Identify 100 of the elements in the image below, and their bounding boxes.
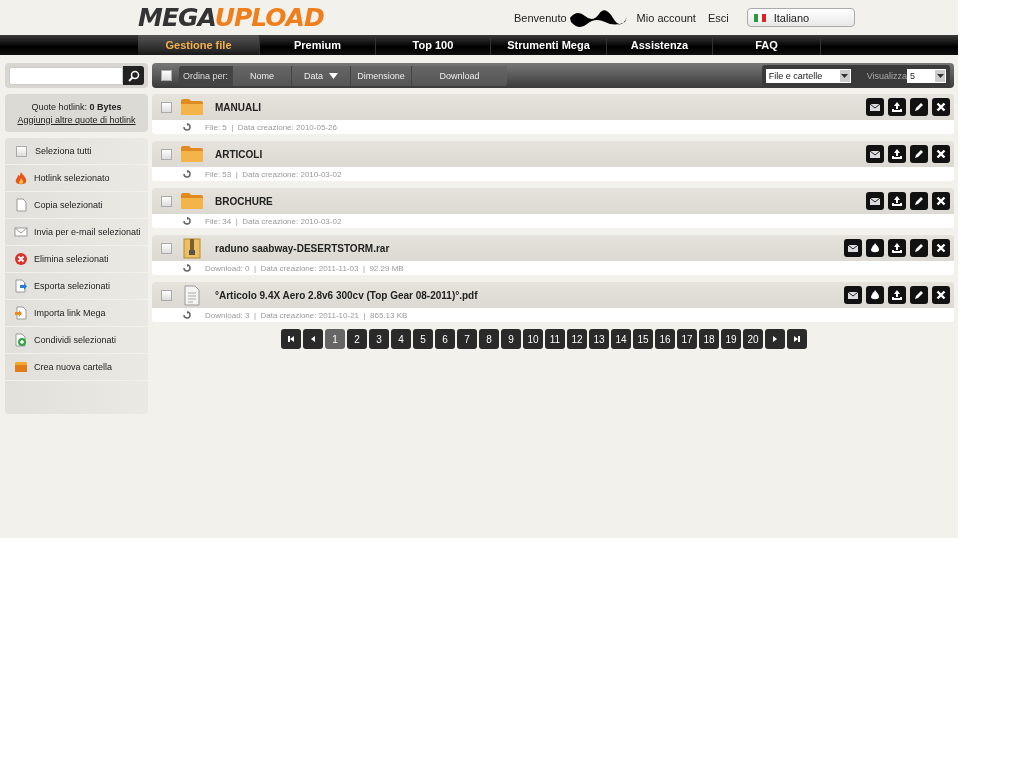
folder-icon (180, 191, 204, 211)
envelope-button[interactable] (866, 145, 884, 163)
checkbox[interactable] (161, 242, 172, 254)
sort-button[interactable]: Data (291, 65, 351, 86)
page-button[interactable]: 5 (413, 329, 433, 349)
export-icon (14, 279, 28, 293)
first-page-button[interactable] (281, 329, 301, 349)
page-button[interactable]: 2 (347, 329, 367, 349)
refresh-icon (183, 311, 191, 319)
page-button[interactable]: 14 (611, 329, 631, 349)
sidebar-item[interactable]: Copia selezionati (5, 192, 148, 219)
nav-tab[interactable]: Gestione file (138, 35, 260, 55)
page-button[interactable]: 3 (369, 329, 389, 349)
refresh-icon (183, 264, 191, 272)
upload-button[interactable] (888, 239, 906, 257)
nav-tab[interactable]: Strumenti Mega (491, 35, 607, 55)
page-button[interactable]: 13 (589, 329, 609, 349)
share-icon (14, 333, 28, 347)
checkbox[interactable] (161, 101, 172, 113)
dropdown[interactable]: File e cartelle (765, 68, 851, 83)
file-name[interactable]: ARTICOLI (215, 148, 263, 160)
envelope-button[interactable] (866, 98, 884, 116)
file-details: Download: 0 | Data creazione: 2011-11-03 | 92.29 MB (205, 263, 404, 273)
file-name[interactable]: BROCHURE (215, 195, 273, 207)
page-button[interactable]: 18 (699, 329, 719, 349)
last-page-button[interactable] (787, 329, 807, 349)
page-button[interactable]: 15 (633, 329, 653, 349)
sort-button[interactable]: Download (411, 65, 508, 86)
nav-tab[interactable]: Premium (260, 35, 376, 55)
search-button[interactable] (123, 66, 144, 85)
first-page-icon (286, 334, 296, 344)
search-icon (127, 69, 140, 82)
page-button[interactable]: 16 (655, 329, 675, 349)
close-button[interactable] (932, 145, 950, 163)
previous-page-button[interactable] (303, 329, 323, 349)
next-page-button[interactable] (765, 329, 785, 349)
checkbox[interactable] (161, 70, 172, 81)
sidebar-item[interactable]: Esporta selezionati (5, 273, 148, 300)
page-button[interactable]: 8 (479, 329, 499, 349)
checkbox[interactable] (161, 148, 172, 160)
sidebar-item[interactable]: Hotlink selezionato (5, 165, 148, 192)
pencil-button[interactable] (910, 98, 928, 116)
file-details: File: 53 | Data creazione: 2010-03-02 (205, 169, 342, 179)
sidebar-item[interactable]: Invia per e-mail selezionati (5, 219, 148, 246)
sidebar-item[interactable]: Importa link Mega (5, 300, 148, 327)
file-name[interactable]: °Articolo 9.4X Aero 2.8v6 300cv (Top Gear 08-2011)°.pdf (215, 289, 478, 301)
page-button[interactable]: 7 (457, 329, 477, 349)
nav-tab[interactable]: Top 100 (376, 35, 491, 55)
upload-button[interactable] (888, 98, 906, 116)
pencil-button[interactable] (910, 145, 928, 163)
page-button[interactable]: 6 (435, 329, 455, 349)
delete-icon (14, 252, 28, 266)
pencil-button[interactable] (910, 239, 928, 257)
add-quota-link[interactable]: Aggiungi altre quote di hotlink (17, 114, 136, 125)
page-button[interactable]: 20 (743, 329, 763, 349)
close-button[interactable] (932, 239, 950, 257)
checkbox[interactable] (161, 195, 172, 207)
dropdown-arrow-icon (936, 73, 944, 78)
close-button[interactable] (932, 192, 950, 210)
file-details: Download: 3 | Data creazione: 2011-10-21 | 865.13 KB (205, 310, 408, 320)
close-button[interactable] (932, 98, 950, 116)
envelope-button[interactable] (844, 239, 862, 257)
upload-button[interactable] (888, 286, 906, 304)
page-button[interactable]: 9 (501, 329, 521, 349)
checkbox[interactable] (161, 289, 172, 301)
upload-button[interactable] (888, 192, 906, 210)
checkbox[interactable] (16, 145, 27, 157)
refresh-icon (183, 123, 191, 131)
page-button[interactable]: 19 (721, 329, 741, 349)
sidebar-item[interactable]: Elimina selezionati (5, 246, 148, 273)
language-select[interactable]: Italiano (746, 8, 855, 27)
file-name[interactable]: raduno saabway-DESERTSTORM.rar (215, 242, 390, 254)
nav-tab[interactable]: FAQ (713, 35, 821, 55)
refresh-icon (183, 217, 191, 225)
envelope-button[interactable] (844, 286, 862, 304)
sort-label: Ordina per: (182, 70, 230, 81)
sidebar-item[interactable]: Seleziona tutti (5, 138, 148, 165)
file-name[interactable]: MANUALI (215, 101, 262, 113)
search-field[interactable] (9, 66, 123, 85)
close-button[interactable] (932, 286, 950, 304)
page-button[interactable]: 10 (523, 329, 543, 349)
nav-tab[interactable]: Assistenza (607, 35, 713, 55)
page-button[interactable]: 11 (545, 329, 565, 349)
dropdown[interactable]: 5 (907, 68, 946, 83)
page-button[interactable]: 12 (567, 329, 587, 349)
pencil-button[interactable] (910, 286, 928, 304)
page-button[interactable]: 1 (325, 329, 345, 349)
sidebar-item[interactable]: Crea nuova cartella (5, 354, 148, 381)
logo[interactable]: MEGAUPLOAD (138, 3, 378, 32)
upload-button[interactable] (888, 145, 906, 163)
sidebar-item[interactable]: Condividi selezionati (5, 327, 148, 354)
page-button[interactable]: 4 (391, 329, 411, 349)
header-link[interactable]: Esci (707, 11, 729, 24)
envelope-button[interactable] (866, 192, 884, 210)
page-button[interactable]: 17 (677, 329, 697, 349)
header-link[interactable]: Mio account (636, 11, 696, 24)
sort-button[interactable]: Nome (232, 65, 292, 86)
pencil-button[interactable] (910, 192, 928, 210)
sort-button[interactable]: Dimensione (350, 65, 412, 86)
folder-icon (180, 144, 204, 164)
